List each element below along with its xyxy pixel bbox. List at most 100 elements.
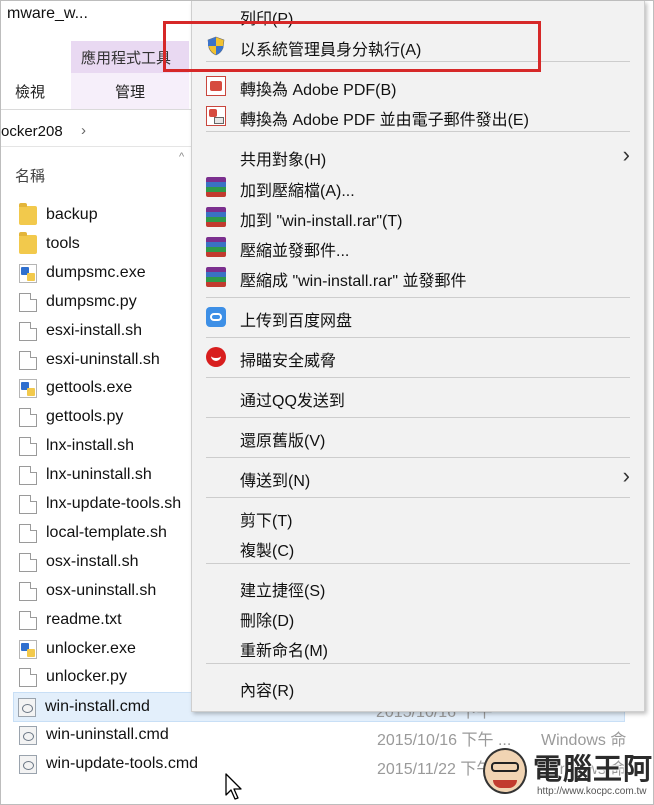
menu-item-label: 加到 "win-install.rar"(T)	[240, 213, 403, 230]
file-name: gettools.exe	[46, 379, 133, 396]
cmd-icon	[18, 698, 36, 717]
menu-item-11[interactable]: 掃瞄安全威脅	[192, 343, 644, 371]
menu-item-label: 傳送到(N)	[240, 473, 311, 490]
file-name: dumpsmc.py	[46, 293, 137, 310]
menu-item-label: 剪下(T)	[240, 513, 293, 530]
file-name: win-update-tools.cmd	[46, 755, 199, 772]
menu-item-15[interactable]: 剪下(T)	[192, 503, 644, 531]
menu-item-label: 內容(R)	[240, 683, 295, 700]
menu-item-label: 壓縮成 "win-install.rar" 並發郵件	[240, 273, 467, 290]
winrar-icon	[206, 267, 226, 287]
tab-view[interactable]: 檢視	[15, 81, 45, 102]
menu-separator	[206, 417, 630, 418]
menu-item-label: 共用對象(H)	[240, 152, 327, 169]
document-icon	[19, 553, 37, 572]
menu-separator	[206, 457, 630, 458]
file-name: unlocker.exe	[46, 640, 136, 657]
folder-icon	[19, 203, 37, 225]
menu-item-label: 刪除(D)	[240, 613, 295, 630]
document-icon	[19, 408, 37, 427]
watermark-url: http://www.kocpc.com.tw	[537, 786, 647, 797]
sort-caret-icon: ^	[179, 151, 185, 163]
submenu-chevron-right-icon: ›	[622, 142, 630, 167]
file-name: win-install.cmd	[45, 698, 150, 715]
baidu-netdisk-icon	[206, 307, 226, 327]
cmd-icon	[19, 755, 37, 774]
exe-icon	[19, 264, 37, 283]
breadcrumb-chevron-icon[interactable]: ›	[81, 122, 86, 139]
file-name: lnx-uninstall.sh	[46, 466, 152, 483]
menu-separator	[206, 131, 630, 132]
menu-item-7[interactable]: 加到 "win-install.rar"(T)	[192, 203, 644, 231]
address-bar[interactable]: ocker208 ›	[1, 118, 191, 147]
document-icon	[19, 351, 37, 370]
menu-item-9[interactable]: 壓縮成 "win-install.rar" 並發郵件	[192, 263, 644, 291]
file-name: osx-install.sh	[46, 553, 139, 570]
adobe-pdf-icon	[206, 76, 226, 96]
menu-item-19[interactable]: 重新命名(M)	[192, 633, 644, 661]
column-header-name[interactable]: 名稱	[15, 165, 45, 186]
menu-separator	[206, 497, 630, 498]
menu-item-label: 重新命名(M)	[240, 643, 328, 660]
document-icon	[19, 582, 37, 601]
file-name: gettools.py	[46, 408, 124, 425]
file-name: lnx-install.sh	[46, 437, 135, 454]
menu-item-18[interactable]: 刪除(D)	[192, 603, 644, 631]
menu-item-8[interactable]: 壓縮並發郵件...	[192, 233, 644, 261]
file-name: lnx-update-tools.sh	[46, 495, 182, 512]
annotation-highlight-box	[163, 21, 541, 72]
window-title: mware_w...	[7, 5, 88, 22]
watermark-text: 電腦王阿達	[533, 754, 654, 786]
menu-item-10[interactable]: 上传到百度网盘	[192, 303, 644, 331]
menu-item-label: 上传到百度网盘	[240, 313, 353, 330]
menu-item-4[interactable]: 轉換為 Adobe PDF 並由電子郵件發出(E)	[192, 102, 644, 130]
file-name: win-uninstall.cmd	[46, 726, 169, 743]
file-name: esxi-install.sh	[46, 322, 143, 339]
menu-item-label: 壓縮並發郵件...	[240, 243, 350, 260]
screenshot-frame: mware_w... 應用程式工具 檢視 管理 ocker208 › ^ 名稱 …	[0, 0, 654, 805]
menu-separator	[206, 297, 630, 298]
menu-item-label: 通过QQ发送到	[240, 393, 345, 410]
menu-item-6[interactable]: 加到壓縮檔(A)...	[192, 173, 644, 201]
address-path[interactable]: ocker208	[1, 123, 63, 140]
menu-item-20[interactable]: 內容(R)	[192, 673, 644, 701]
folder-icon	[19, 232, 37, 254]
menu-item-17[interactable]: 建立捷徑(S)	[192, 573, 644, 601]
submenu-chevron-right-icon: ›	[622, 463, 630, 488]
document-icon	[19, 437, 37, 456]
menu-separator	[206, 377, 630, 378]
document-icon	[19, 293, 37, 312]
context-menu: 列印(P) 以系統管理員身分執行(A) 轉換為 Adobe PDF(B) 轉換為 Ad…	[191, 1, 645, 712]
menu-item-label: 加到壓縮檔(A)...	[240, 183, 355, 200]
mouse-cursor-icon	[225, 773, 242, 800]
file-name: osx-uninstall.sh	[46, 582, 157, 599]
menu-item-12[interactable]: 通过QQ发送到	[192, 383, 644, 411]
watermark: 電腦王阿達 http://www.kocpc.com.tw	[481, 744, 654, 804]
menu-item-label: 建立捷徑(S)	[240, 583, 326, 600]
file-name: backup	[46, 206, 98, 223]
menu-item-14[interactable]: 傳送到(N) ›	[192, 463, 644, 491]
document-icon	[19, 668, 37, 687]
menu-item-label: 還原舊版(V)	[240, 433, 326, 450]
winrar-icon	[206, 207, 226, 227]
menu-separator	[206, 563, 630, 564]
winrar-icon	[206, 177, 226, 197]
menu-item-3[interactable]: 轉換為 Adobe PDF(B)	[192, 72, 644, 100]
document-icon	[19, 495, 37, 514]
file-name: tools	[46, 235, 80, 252]
cmd-icon	[19, 726, 37, 745]
menu-item-16[interactable]: 複製(C)	[192, 533, 644, 561]
file-name: esxi-uninstall.sh	[46, 351, 160, 368]
menu-item-5[interactable]: 共用對象(H) ›	[192, 142, 644, 170]
document-icon	[19, 524, 37, 543]
document-icon	[19, 611, 37, 630]
trend-micro-icon	[206, 347, 226, 367]
file-name: local-template.sh	[46, 524, 167, 541]
menu-separator	[206, 663, 630, 664]
tab-manage[interactable]: 管理	[71, 73, 189, 109]
file-name: dumpsmc.exe	[46, 264, 146, 281]
document-icon	[19, 322, 37, 341]
document-icon	[19, 466, 37, 485]
menu-item-label: 複製(C)	[240, 543, 295, 560]
menu-item-13[interactable]: 還原舊版(V)	[192, 423, 644, 451]
